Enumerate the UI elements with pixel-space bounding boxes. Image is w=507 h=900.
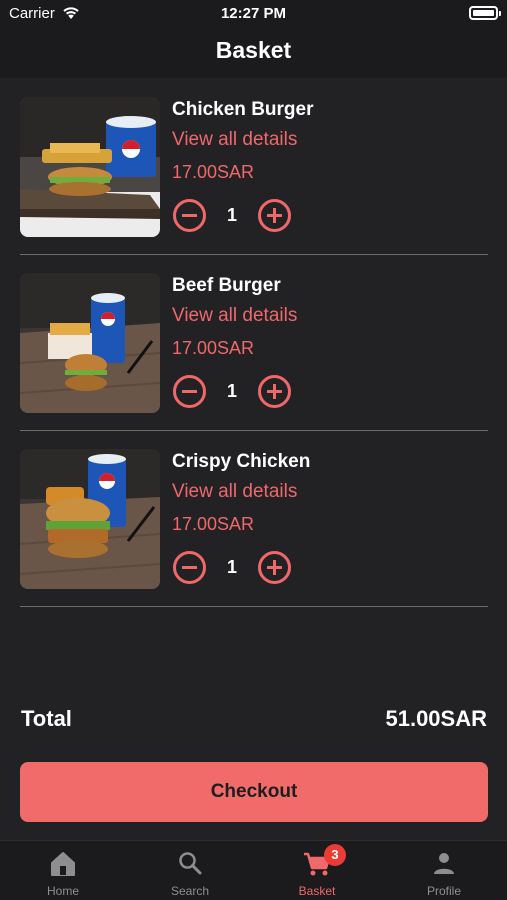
item-name: Crispy Chicken (172, 451, 311, 472)
tab-home[interactable]: Home (0, 841, 126, 900)
view-details-link[interactable]: View all details (172, 129, 297, 151)
item-divider (20, 254, 488, 255)
tab-label: Search (170, 884, 210, 898)
minus-icon (182, 390, 197, 393)
person-icon (434, 853, 454, 874)
status-bar: Carrier 12:27 PM (0, 0, 507, 28)
view-details-link[interactable]: View all details (172, 305, 297, 327)
tab-label: Home (46, 884, 79, 898)
increase-quantity-button[interactable] (258, 551, 291, 584)
checkout-button[interactable]: Checkout (20, 762, 488, 822)
navigation-bar: Basket (0, 28, 507, 78)
item-divider (20, 430, 488, 431)
tab-basket[interactable]: Basket (254, 841, 380, 900)
page-title: Basket (215, 37, 292, 63)
basket-item: Chicken Burger View all details 17.00SAR… (20, 97, 488, 273)
tab-profile[interactable]: Profile (381, 841, 507, 900)
minus-icon (182, 566, 197, 569)
view-details-link[interactable]: View all details (172, 481, 297, 503)
chicken-burger-image[interactable] (20, 97, 160, 237)
basket-item: Crispy Chicken View all details 17.00SAR… (20, 449, 488, 625)
total-value: 51.00SAR (385, 706, 487, 731)
crispy-chicken-image[interactable] (20, 449, 160, 589)
beef-burger-image[interactable] (20, 273, 160, 413)
item-price: 17.00SAR (172, 338, 255, 358)
status-time: 12:27 PM (220, 5, 287, 22)
item-name: Beef Burger (172, 275, 281, 296)
minus-icon (182, 214, 197, 217)
decrease-quantity-button[interactable] (173, 199, 206, 232)
tab-label: Profile (426, 884, 461, 898)
battery-icon (469, 6, 501, 20)
item-price: 17.00SAR (172, 162, 255, 182)
item-price: 17.00SAR (172, 514, 255, 534)
increase-quantity-button[interactable] (258, 375, 291, 408)
increase-quantity-button[interactable] (258, 199, 291, 232)
tab-bar: Home Search Basket Profile (0, 840, 507, 900)
decrease-quantity-button[interactable] (173, 375, 206, 408)
item-divider (20, 606, 488, 607)
basket-item: Beef Burger View all details 17.00SAR 1 (20, 273, 488, 449)
decrease-quantity-button[interactable] (173, 551, 206, 584)
tab-label: Basket (298, 884, 336, 898)
quantity-value: 1 (226, 557, 237, 577)
search-icon (179, 852, 202, 875)
quantity-value: 1 (226, 205, 237, 225)
home-icon (51, 852, 75, 876)
cart-count-badge: 3 (324, 844, 346, 866)
tab-search[interactable]: Search (127, 841, 253, 900)
total-label: Total (21, 706, 72, 731)
item-name: Chicken Burger (172, 99, 314, 120)
quantity-value: 1 (226, 381, 237, 401)
